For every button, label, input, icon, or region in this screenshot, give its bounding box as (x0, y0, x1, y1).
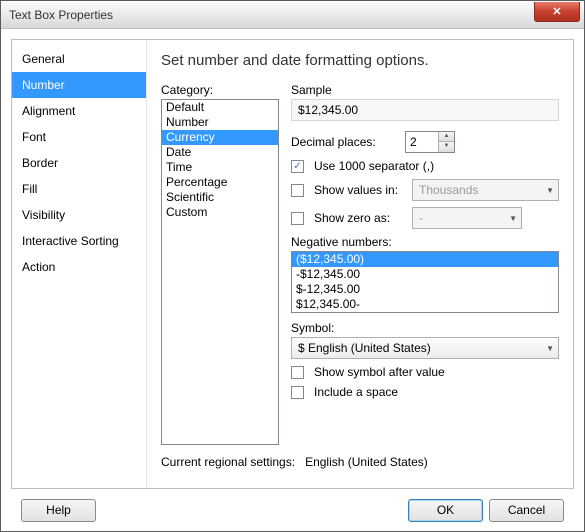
regional-row: Current regional settings: English (Unit… (161, 455, 559, 469)
number-panel: Set number and date formatting options. … (147, 40, 573, 488)
sidebar-item-general[interactable]: General (12, 46, 146, 72)
panel-heading: Set number and date formatting options. (161, 52, 559, 69)
show-zero-row: Show zero as: - ▼ (291, 207, 559, 229)
show-values-row: Show values in: Thousands ▼ (291, 179, 559, 201)
symbol-group: Symbol: $ English (United States) ▼ (291, 321, 559, 359)
include-space-checkbox[interactable] (291, 386, 304, 399)
help-button[interactable]: Help (21, 499, 96, 522)
panel-body: Category: DefaultNumberCurrencyDateTimeP… (161, 83, 559, 445)
negative-item[interactable]: $12,345.00- (292, 297, 558, 312)
decimal-spinner: ▲ ▼ (438, 132, 454, 152)
sample-label: Sample (291, 83, 559, 97)
category-item[interactable]: Currency (162, 130, 278, 145)
decimal-value: 2 (406, 135, 438, 149)
chevron-down-icon: ▼ (509, 214, 517, 223)
show-zero-label: Show zero as: (314, 211, 406, 225)
sidebar: GeneralNumberAlignmentFontBorderFillVisi… (12, 40, 147, 488)
symbol-combo[interactable]: $ English (United States) ▼ (291, 337, 559, 359)
symbol-value: $ English (United States) (298, 341, 431, 355)
options-column: Sample $12,345.00 Decimal places: 2 ▲ ▼ (291, 83, 559, 445)
category-item[interactable]: Scientific (162, 190, 278, 205)
category-item[interactable]: Percentage (162, 175, 278, 190)
sidebar-item-font[interactable]: Font (12, 124, 146, 150)
sidebar-item-number[interactable]: Number (12, 72, 146, 98)
category-column: Category: DefaultNumberCurrencyDateTimeP… (161, 83, 279, 445)
dialog-window: Text Box Properties ✕ GeneralNumberAlign… (0, 0, 585, 532)
sidebar-item-visibility[interactable]: Visibility (12, 202, 146, 228)
sidebar-item-border[interactable]: Border (12, 150, 146, 176)
spin-down-icon[interactable]: ▼ (439, 142, 454, 152)
category-list[interactable]: DefaultNumberCurrencyDateTimePercentageS… (161, 99, 279, 445)
footer: Help OK Cancel (11, 489, 574, 531)
window-title: Text Box Properties (9, 8, 534, 22)
sidebar-item-alignment[interactable]: Alignment (12, 98, 146, 124)
category-item[interactable]: Custom (162, 205, 278, 220)
chevron-down-icon: ▼ (546, 344, 554, 353)
show-values-checkbox[interactable] (291, 184, 304, 197)
regional-value: English (United States) (305, 455, 428, 469)
category-item[interactable]: Default (162, 100, 278, 115)
category-item[interactable]: Number (162, 115, 278, 130)
sample-group: Sample $12,345.00 (291, 83, 559, 121)
sidebar-item-interactive-sorting[interactable]: Interactive Sorting (12, 228, 146, 254)
use-separator-checkbox[interactable] (291, 160, 304, 173)
symbol-label: Symbol: (291, 321, 559, 335)
chevron-down-icon: ▼ (546, 186, 554, 195)
sample-value: $12,345.00 (291, 99, 559, 121)
include-space-label: Include a space (314, 385, 398, 399)
regional-label: Current regional settings: (161, 455, 295, 469)
show-after-checkbox[interactable] (291, 366, 304, 379)
show-values-value: Thousands (419, 183, 478, 197)
decimal-label: Decimal places: (291, 135, 399, 149)
show-after-label: Show symbol after value (314, 365, 445, 379)
content-area: GeneralNumberAlignmentFontBorderFillVisi… (1, 29, 584, 531)
cancel-button[interactable]: Cancel (489, 499, 564, 522)
negative-item[interactable]: -$12,345.00 (292, 267, 558, 282)
category-item[interactable]: Date (162, 145, 278, 160)
category-item[interactable]: Time (162, 160, 278, 175)
sidebar-item-fill[interactable]: Fill (12, 176, 146, 202)
titlebar: Text Box Properties ✕ (1, 1, 584, 29)
ok-button[interactable]: OK (408, 499, 483, 522)
show-values-combo[interactable]: Thousands ▼ (412, 179, 559, 201)
spin-up-icon[interactable]: ▲ (439, 132, 454, 142)
close-icon: ✕ (552, 5, 561, 18)
separator-row: Use 1000 separator (,) (291, 159, 559, 173)
show-after-row: Show symbol after value (291, 365, 559, 379)
negative-group: Negative numbers: ($12,345.00)-$12,345.0… (291, 235, 559, 313)
include-space-row: Include a space (291, 385, 559, 399)
negative-list[interactable]: ($12,345.00)-$12,345.00$-12,345.00$12,34… (291, 251, 559, 313)
show-zero-value: - (419, 211, 423, 225)
show-zero-checkbox[interactable] (291, 212, 304, 225)
category-label: Category: (161, 83, 279, 97)
negative-item[interactable]: $-12,345.00 (292, 282, 558, 297)
negative-item[interactable]: ($12,345.00) (292, 252, 558, 267)
main-area: GeneralNumberAlignmentFontBorderFillVisi… (11, 39, 574, 489)
decimal-places-input[interactable]: 2 ▲ ▼ (405, 131, 455, 153)
show-values-label: Show values in: (314, 183, 406, 197)
show-zero-combo[interactable]: - ▼ (412, 207, 522, 229)
decimal-row: Decimal places: 2 ▲ ▼ (291, 131, 559, 153)
use-separator-label: Use 1000 separator (,) (314, 159, 434, 173)
sidebar-item-action[interactable]: Action (12, 254, 146, 280)
close-button[interactable]: ✕ (534, 2, 580, 22)
negative-label: Negative numbers: (291, 235, 559, 249)
